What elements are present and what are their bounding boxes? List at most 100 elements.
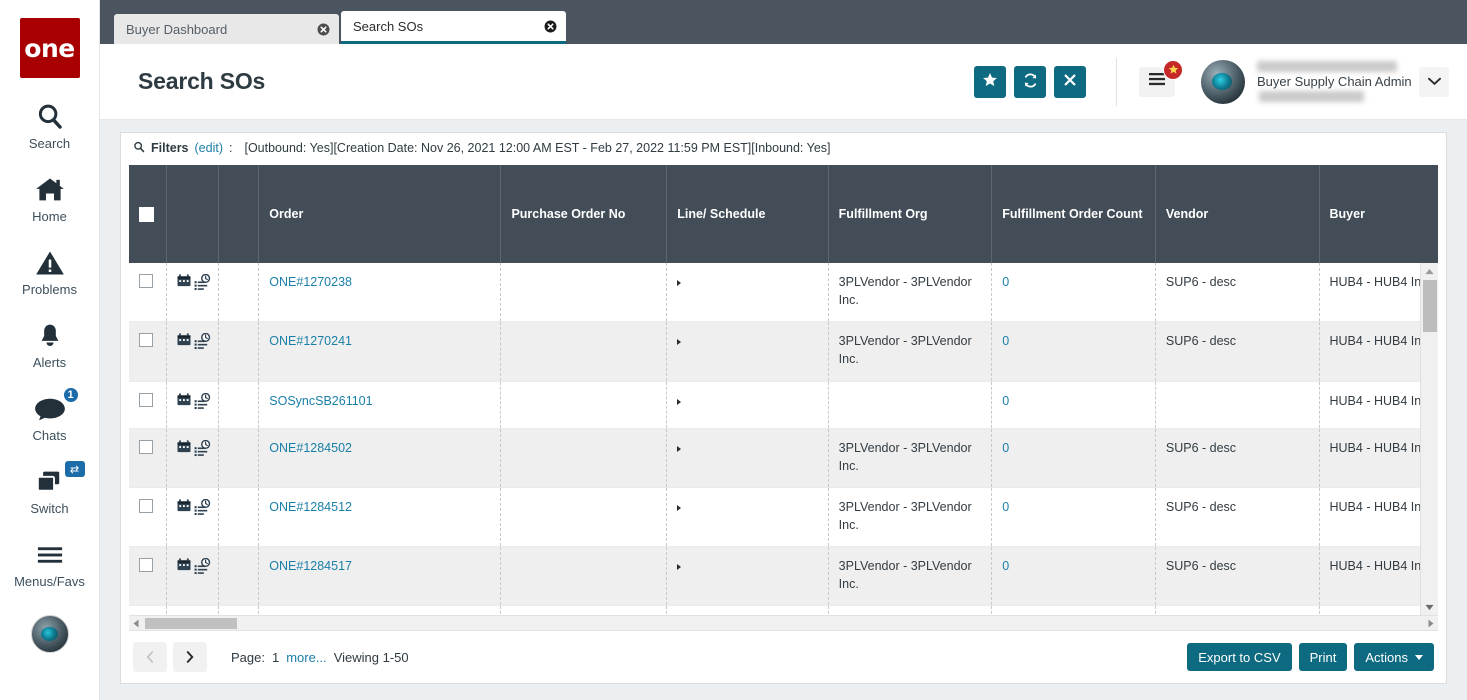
order-link[interactable]: ONE#1284502 xyxy=(269,441,352,455)
th-buyer[interactable]: Buyer xyxy=(1319,165,1438,263)
th-vendor[interactable]: Vendor xyxy=(1155,165,1320,263)
vertical-scrollbar[interactable] xyxy=(1420,263,1438,615)
page-number[interactable]: 1 xyxy=(272,650,279,665)
caret-right-icon[interactable] xyxy=(677,445,682,452)
calendar-icon[interactable] xyxy=(177,392,191,411)
clock-list-icon[interactable] xyxy=(194,557,211,580)
calendar-icon[interactable] xyxy=(177,558,191,576)
more-pages-link[interactable]: more... xyxy=(286,650,326,665)
user-menu-button[interactable] xyxy=(1419,66,1449,97)
sidebar-item-menus-favs[interactable]: Menus/Favs xyxy=(0,538,100,589)
table-row[interactable]: ONE#1270238 3PLVendor - 3PLVendor Inc. 0 SU… xyxy=(129,263,1438,323)
th-line-schedule[interactable]: Line/ Schedule xyxy=(666,165,829,263)
favorite-button[interactable] xyxy=(974,65,1006,98)
row-checkbox[interactable] xyxy=(139,274,153,288)
th-purchase-order-no[interactable]: Purchase Order No xyxy=(500,165,668,263)
scroll-down-icon[interactable] xyxy=(1421,599,1438,615)
row-select-cell[interactable] xyxy=(129,263,167,323)
th-fulfillment-order-count[interactable]: Fulfillment Order Count xyxy=(991,165,1156,263)
user-info: Buyer Supply Chain Admin xyxy=(1257,61,1412,102)
vertical-scroll-thumb[interactable] xyxy=(1423,280,1437,332)
next-page-button[interactable] xyxy=(173,642,207,672)
caret-right-icon[interactable] xyxy=(677,398,682,405)
close-icon[interactable] xyxy=(317,23,330,36)
th-fulfillment-org[interactable]: Fulfillment Org xyxy=(828,165,993,263)
clock-list-icon[interactable] xyxy=(194,333,211,355)
horizontal-scrollbar[interactable] xyxy=(129,615,1438,631)
purchase-order-no-cell xyxy=(500,381,668,429)
row-checkbox[interactable] xyxy=(139,392,153,407)
scroll-up-icon[interactable] xyxy=(1421,263,1438,279)
row-checkbox[interactable] xyxy=(139,558,153,572)
table-row[interactable]: ONE#1284517 3PLVendor - 3PLVendor Inc. 0 SU… xyxy=(129,546,1438,607)
sidebar-item-alerts[interactable]: Alerts xyxy=(0,319,100,370)
calendar-icon[interactable] xyxy=(177,274,191,292)
row-checkbox[interactable] xyxy=(139,498,153,513)
x-icon xyxy=(1063,73,1077,90)
table-row[interactable]: ONE#1284512 3PLVendor - 3PLVendor Inc. 0 SU… xyxy=(129,487,1438,548)
table-row[interactable]: ONE#1284502 3PLVendor - 3PLVendor Inc. 0 SU… xyxy=(129,428,1438,488)
rail-avatar[interactable] xyxy=(30,615,69,653)
order-link[interactable]: ONE#1284512 xyxy=(269,500,352,514)
table-row[interactable]: SOSyncSO2911010SUP6 - descHUB4 - HUB4 In… xyxy=(129,605,1438,615)
refresh-button[interactable] xyxy=(1014,65,1046,98)
scroll-right-icon[interactable] xyxy=(1424,616,1438,630)
clock-list-icon[interactable] xyxy=(194,273,211,296)
caret-right-icon[interactable] xyxy=(677,280,682,286)
th-order[interactable]: Order xyxy=(258,165,502,263)
calendar-icon[interactable] xyxy=(177,439,191,458)
row-select-cell[interactable] xyxy=(129,381,167,429)
caret-right-icon[interactable] xyxy=(677,504,682,511)
row-select-cell[interactable] xyxy=(129,605,167,615)
th-icons xyxy=(166,165,219,263)
fulfillment-order-count-link[interactable]: 0 xyxy=(1002,441,1009,455)
calendar-icon[interactable] xyxy=(177,499,191,517)
order-link[interactable]: ONE#1270241 xyxy=(269,334,352,348)
filters-label: Filters xyxy=(151,141,189,155)
fulfillment-order-count-link[interactable]: 0 xyxy=(1002,500,1009,514)
previous-page-button[interactable] xyxy=(133,642,167,672)
header-menu-button[interactable] xyxy=(1139,59,1183,97)
sidebar-item-chats[interactable]: 1 Chats xyxy=(0,386,100,443)
close-button[interactable] xyxy=(1054,65,1086,98)
scroll-left-icon[interactable] xyxy=(129,616,143,630)
clock-list-icon[interactable] xyxy=(194,439,211,462)
clock-list-icon[interactable] xyxy=(194,392,211,415)
order-cell: ONE#1284512 xyxy=(258,487,502,548)
clock-list-icon[interactable] xyxy=(194,498,211,521)
table-row[interactable]: SOSyncSB2611010HUB4 - HUB4 Inc.SUP6 xyxy=(129,381,1438,429)
close-icon[interactable] xyxy=(544,20,557,33)
th-select-all[interactable] xyxy=(129,165,167,263)
order-link[interactable]: ONE#1270238 xyxy=(269,275,352,289)
sidebar-item-home[interactable]: Home xyxy=(0,173,100,224)
filters-edit-link[interactable]: (edit) xyxy=(195,141,223,155)
results-card: Filters (edit) : [Outbound: Yes][Creatio… xyxy=(120,132,1447,684)
tab-search-sos[interactable]: Search SOs xyxy=(341,11,566,44)
tab-buyer-dashboard[interactable]: Buyer Dashboard xyxy=(114,14,339,44)
actions-button[interactable]: Actions xyxy=(1354,643,1434,671)
select-all-checkbox[interactable] xyxy=(139,206,154,222)
sidebar-item-search[interactable]: Search xyxy=(0,100,100,151)
print-button[interactable]: Print xyxy=(1298,643,1348,671)
row-select-cell[interactable] xyxy=(129,487,167,548)
table-row[interactable]: ONE#1270241 3PLVendor - 3PLVendor Inc. 0 SU… xyxy=(129,321,1438,382)
sidebar-item-problems[interactable]: Problems xyxy=(0,246,100,297)
avatar[interactable] xyxy=(1201,59,1245,104)
fulfillment-order-count-link[interactable]: 0 xyxy=(1002,275,1009,289)
row-select-cell[interactable] xyxy=(129,428,167,488)
sidebar-item-switch[interactable]: ⇄ Switch xyxy=(0,461,100,516)
fulfillment-order-count-link[interactable]: 0 xyxy=(1002,334,1009,348)
row-checkbox[interactable] xyxy=(139,333,153,348)
order-link[interactable]: SOSyncSB261101 xyxy=(269,394,372,408)
row-select-cell[interactable] xyxy=(129,546,167,607)
row-checkbox[interactable] xyxy=(139,439,153,454)
fulfillment-order-count-link[interactable]: 0 xyxy=(1002,394,1009,408)
row-select-cell[interactable] xyxy=(129,321,167,382)
caret-right-icon[interactable] xyxy=(677,339,682,346)
caret-right-icon[interactable] xyxy=(677,564,682,570)
calendar-icon[interactable] xyxy=(177,333,191,351)
fulfillment-order-count-link[interactable]: 0 xyxy=(1002,559,1009,573)
horizontal-scroll-thumb[interactable] xyxy=(145,618,237,629)
order-link[interactable]: ONE#1284517 xyxy=(269,559,352,573)
export-to-csv-button[interactable]: Export to CSV xyxy=(1187,643,1292,671)
